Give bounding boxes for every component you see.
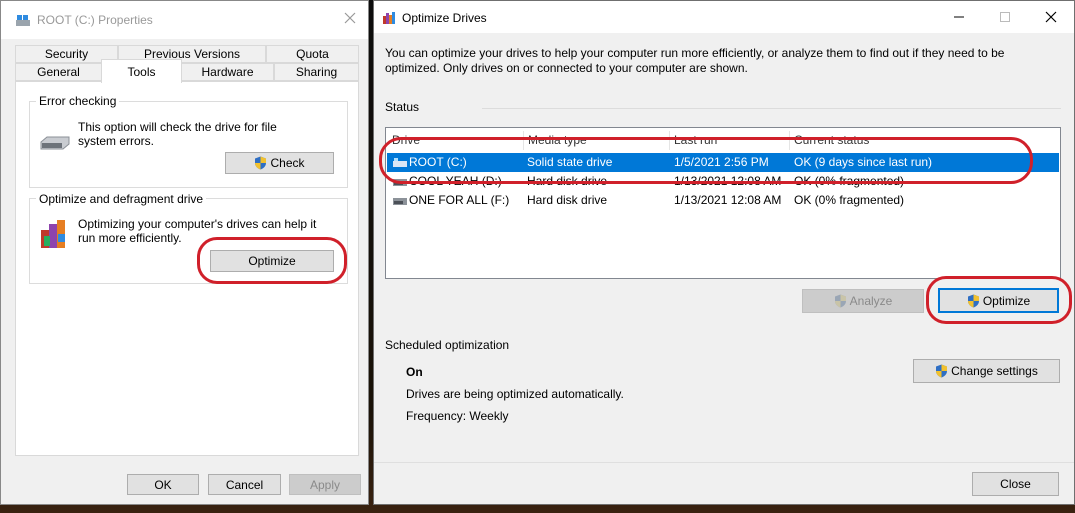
current-status: OK (9 days since last run): [794, 155, 933, 169]
current-status: OK (0% fragmented): [794, 193, 905, 207]
scheduled-optimization-label: Scheduled optimization: [385, 338, 510, 352]
properties-titlebar: ROOT (C:) Properties: [1, 1, 368, 39]
shield-icon: [834, 294, 846, 308]
table-row[interactable]: COOL YEAH (D:) Hard disk drive 1/13/2021…: [387, 172, 1059, 191]
drive-name: ONE FOR ALL (F:): [409, 193, 510, 207]
drives-list[interactable]: Drive Media type Last run Current status…: [385, 127, 1061, 279]
current-status: OK (0% fragmented): [794, 174, 905, 188]
tab-quota[interactable]: Quota: [266, 45, 359, 63]
maximize-icon: [1000, 12, 1010, 22]
check-button[interactable]: Check: [225, 152, 334, 174]
last-run: 1/13/2021 12:08 AM: [674, 174, 782, 188]
minimize-icon: [954, 16, 964, 18]
last-run: 1/5/2021 2:56 PM: [674, 155, 769, 169]
drive-icon: [16, 15, 30, 26]
properties-title: ROOT (C:) Properties: [37, 13, 153, 27]
optimize-button-properties[interactable]: Optimize: [210, 250, 334, 272]
status-label: Status: [385, 100, 420, 114]
shield-icon: [936, 364, 948, 378]
close-icon: [1045, 11, 1057, 23]
cancel-button[interactable]: Cancel: [208, 474, 281, 495]
optimize-group-title: Optimize and defragment drive: [36, 192, 207, 206]
tab-tools[interactable]: Tools: [101, 59, 182, 83]
optimize-drives-title: Optimize Drives: [402, 11, 487, 25]
drive-name: COOL YEAH (D:): [409, 174, 502, 188]
properties-window: ROOT (C:) Properties Security Previous V…: [0, 0, 369, 505]
column-header-media-type[interactable]: Media type: [524, 131, 670, 150]
last-run: 1/13/2021 12:08 AM: [674, 193, 782, 207]
intro-text: You can optimize your drives to help you…: [385, 46, 1005, 75]
shield-icon: [967, 294, 979, 307]
media-type: Hard disk drive: [527, 193, 608, 207]
hard-drive-icon: [40, 136, 70, 150]
tab-general[interactable]: General: [15, 63, 102, 81]
tab-sharing[interactable]: Sharing: [274, 63, 359, 81]
analyze-button[interactable]: Analyze: [802, 289, 924, 313]
schedule-frequency: Frequency: Weekly: [406, 409, 509, 423]
error-checking-title: Error checking: [36, 94, 120, 108]
error-checking-text: This option will check the drive for fil…: [78, 120, 277, 148]
ok-button[interactable]: OK: [127, 474, 199, 495]
optimize-group-text: Optimizing your computer's drives can he…: [78, 217, 317, 245]
maximize-button[interactable]: [982, 1, 1028, 33]
tools-panel: Error checking This option will check th…: [15, 81, 359, 456]
media-type: Solid state drive: [527, 155, 613, 169]
minimize-button[interactable]: [936, 1, 982, 33]
column-header-drive[interactable]: Drive: [388, 131, 524, 150]
tab-hardware[interactable]: Hardware: [181, 63, 274, 81]
hdd-icon: [393, 179, 407, 186]
status-divider: [482, 108, 1061, 109]
optimize-button[interactable]: Optimize: [938, 288, 1059, 313]
shield-icon: [255, 156, 267, 170]
drive-name: ROOT (C:): [409, 155, 467, 169]
close-window-button[interactable]: [1028, 1, 1074, 33]
schedule-description: Drives are being optimized automatically…: [406, 387, 624, 401]
hdd-icon: [393, 198, 407, 205]
defragment-icon: [41, 220, 65, 248]
optimize-drives-titlebar: Optimize Drives: [374, 1, 1074, 33]
table-row[interactable]: ROOT (C:) Solid state drive 1/5/2021 2:5…: [387, 153, 1059, 172]
close-button[interactable]: Close: [972, 472, 1059, 496]
optimize-drives-app-icon: [383, 12, 395, 24]
bottom-bar: Close: [374, 462, 1074, 504]
column-header-last-run[interactable]: Last run: [670, 131, 790, 150]
optimize-drives-window: Optimize Drives You can optimize your dr…: [373, 0, 1075, 505]
schedule-state: On: [406, 365, 423, 379]
ssd-icon: [393, 158, 407, 167]
change-settings-button[interactable]: Change settings: [913, 359, 1060, 383]
table-row[interactable]: ONE FOR ALL (F:) Hard disk drive 1/13/20…: [387, 191, 1059, 210]
media-type: Hard disk drive: [527, 174, 608, 188]
apply-button[interactable]: Apply: [289, 474, 361, 495]
column-header-current-status[interactable]: Current status: [790, 131, 940, 150]
close-icon[interactable]: [342, 10, 358, 26]
